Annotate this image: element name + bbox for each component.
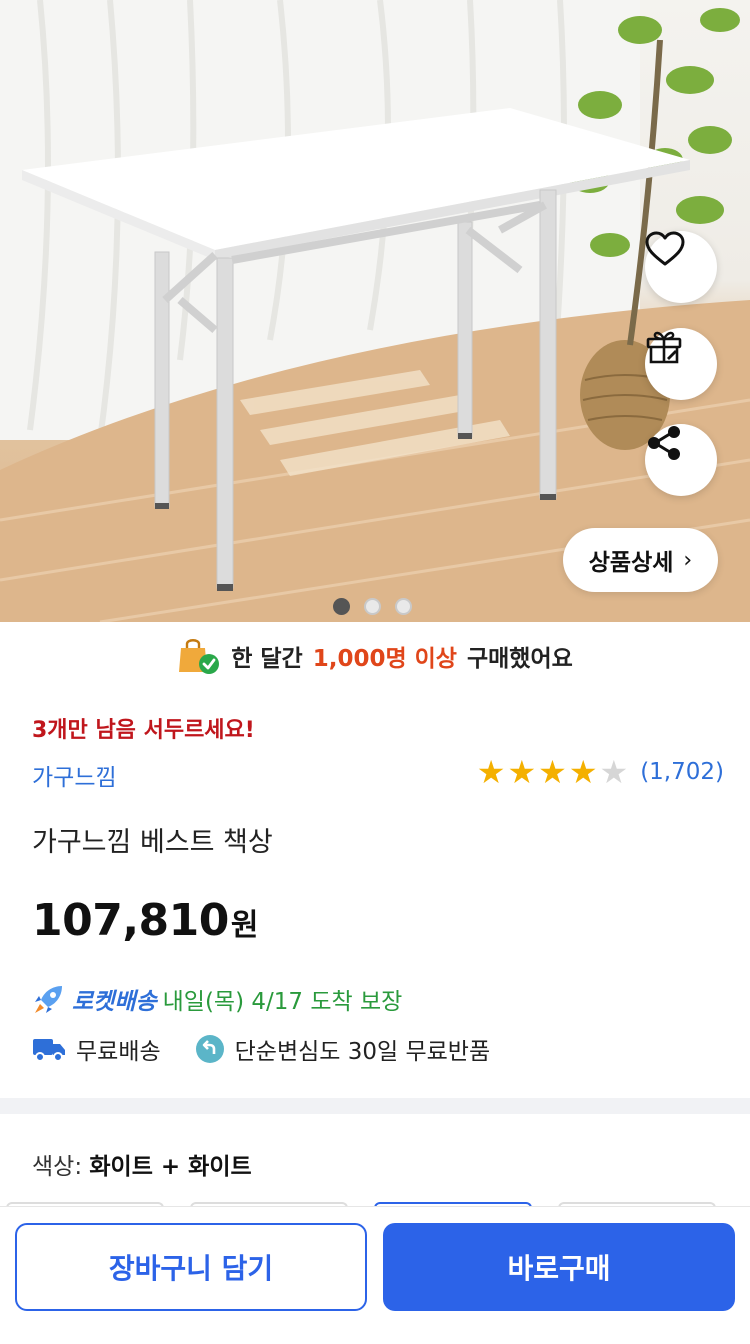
shipping-perks: 무료배송 단순변심도 30일 무료반품 — [32, 1032, 490, 1066]
review-count[interactable]: (1,702) — [640, 759, 724, 785]
shopping-bag-check-icon — [179, 639, 220, 674]
heart-icon — [645, 231, 685, 266]
star-empty-icon: ★ — [599, 753, 629, 791]
wishlist-button[interactable] — [645, 231, 717, 303]
chevron-right-icon: › — [683, 547, 693, 573]
product-price: 107,810원 — [32, 895, 259, 946]
add-to-cart-button[interactable]: 장바구니 담기 — [15, 1223, 367, 1311]
star-filled-icon: ★ — [538, 753, 567, 791]
option-value: 화이트 + 화이트 — [89, 1154, 252, 1180]
product-title: 가구느낌 베스트 책상 — [32, 827, 273, 858]
product-page: 상품상세 › 한 달간 1,000명 이상 구매했어요 3개만 남음 서두르세요… — [0, 0, 750, 1344]
rocket-delivery-info: 로켓배송 내일(목) 4/17 도착 보장 — [32, 982, 402, 1016]
section-divider — [0, 1098, 750, 1114]
option-color: 색상: 화이트 + 화이트 — [32, 1147, 252, 1181]
carousel-dot-active[interactable] — [333, 598, 350, 615]
free-return-label: 단순변심도 30일 무료반품 — [234, 1039, 491, 1065]
option-label: 색상: — [32, 1154, 83, 1180]
return-icon — [195, 1035, 224, 1063]
buy-now-button[interactable]: 바로구매 — [383, 1223, 735, 1311]
gift-button[interactable] — [645, 328, 717, 400]
purchase-count-banner: 한 달간 1,000명 이상 구매했어요 — [0, 622, 750, 690]
gift-icon — [646, 331, 682, 364]
banner-prefix: 한 달간 — [231, 646, 303, 672]
brand-link[interactable]: 가구느낌 — [32, 758, 117, 792]
price-currency: 원 — [230, 908, 259, 943]
product-detail-label: 상품상세 — [588, 550, 674, 576]
product-detail-button[interactable]: 상품상세 › — [563, 528, 718, 592]
share-icon — [648, 426, 680, 460]
bottom-action-bar: 장바구니 담기 바로구매 — [0, 1206, 750, 1344]
product-image-carousel[interactable]: 상품상세 › — [0, 0, 750, 622]
banner-highlight: 1,000명 이상 — [312, 646, 457, 672]
truck-icon — [33, 1039, 65, 1062]
carousel-dot[interactable] — [395, 598, 412, 615]
delivery-eta: 내일(목) 4/17 도착 보장 — [162, 989, 403, 1015]
free-shipping-label: 무료배송 — [76, 1039, 161, 1065]
price-amount: 107,810 — [32, 895, 229, 946]
share-button[interactable] — [645, 424, 717, 496]
stock-alert: 3개만 남음 서두르세요! — [32, 718, 255, 743]
banner-suffix: 구매했어요 — [466, 646, 573, 672]
carousel-indicator — [333, 598, 412, 615]
star-filled-icon: ★ — [507, 753, 537, 791]
star-filled-icon: ★ — [568, 753, 598, 791]
rocket-delivery-label: 로켓배송 — [72, 989, 157, 1015]
rocket-icon — [35, 986, 62, 1013]
rating[interactable]: ★ ★ ★ ★ ★ (1,702) — [477, 756, 724, 788]
star-filled-icon: ★ — [476, 753, 506, 791]
carousel-dot[interactable] — [364, 598, 381, 615]
